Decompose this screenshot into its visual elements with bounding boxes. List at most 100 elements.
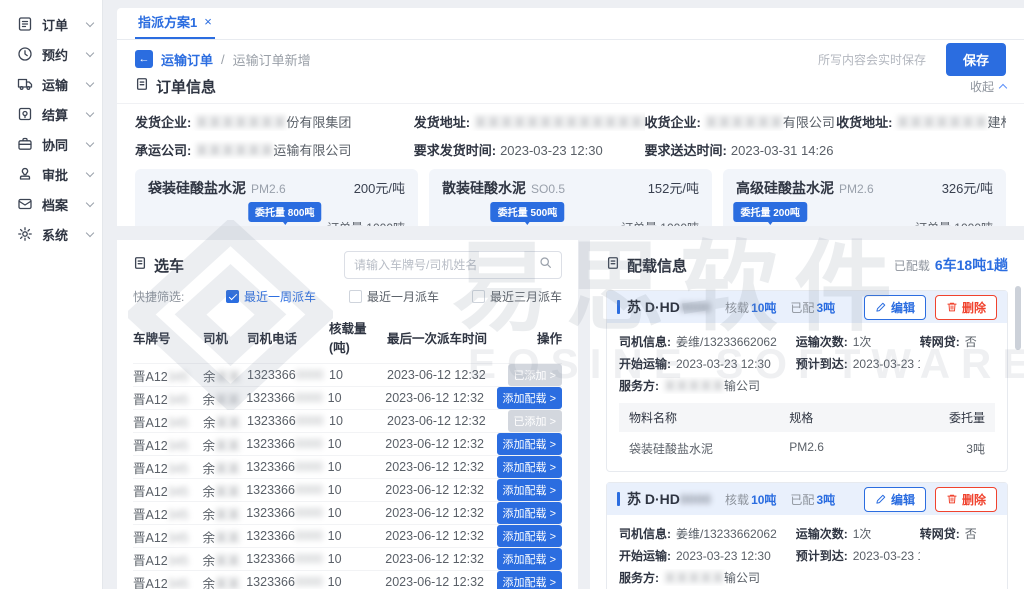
sidebar-item-settlement[interactable]: 结算 bbox=[0, 99, 102, 129]
plate-cell: 晋A12345 bbox=[133, 504, 203, 523]
delete-button[interactable]: 删除 bbox=[935, 487, 997, 512]
truck-icon bbox=[17, 76, 33, 92]
scrollbar[interactable] bbox=[1015, 286, 1021, 350]
add-load-button[interactable]: 添加配载 > bbox=[497, 571, 562, 589]
collapse-toggle[interactable]: 收起 bbox=[970, 78, 1006, 95]
order-card: 指派方案1 × ← 运输订单 / 运输订单新增 所写内容会实时保存 保存 订单信… bbox=[117, 8, 1024, 226]
add-load-button[interactable]: 添加配载 > bbox=[497, 387, 562, 409]
filter-checkbox-item[interactable]: 最近一月派车 bbox=[349, 288, 439, 305]
product-cards: 袋装硅酸盐水泥 PM2.6 200元/吨 委托量 800吨 订单量 1000吨 … bbox=[117, 168, 1024, 226]
tab-label: 指派方案1 bbox=[138, 12, 197, 31]
masked-text: 0000 bbox=[295, 506, 323, 520]
phone-cell: 13233660000 bbox=[246, 552, 327, 566]
phone-cell: 13233660000 bbox=[246, 529, 327, 543]
add-load-button[interactable]: 已添加 > bbox=[508, 364, 562, 386]
truck-table: 车牌号 司机 司机电话 核载量(吨) 最后一次派车时间 操作 晋A12345 余… bbox=[133, 313, 562, 589]
driver-cell: 余某某 bbox=[203, 435, 247, 454]
progress-fill bbox=[148, 226, 285, 227]
masked-text: 某某 bbox=[215, 577, 240, 589]
product-name: 高级硅酸盐水泥 bbox=[736, 178, 834, 198]
masked-text: 某某某某某某 bbox=[195, 143, 273, 158]
dispatch-time-cell: 2023-06-12 12:32 bbox=[387, 368, 499, 382]
filter-checkbox-item[interactable]: 最近一周派车 bbox=[226, 288, 316, 305]
sidebar-item-system[interactable]: 系统 bbox=[0, 219, 102, 249]
sidebar-item-approval[interactable]: 审批 bbox=[0, 159, 102, 189]
phone-cell: 13233660000 bbox=[246, 483, 327, 497]
sidebar-item-orders[interactable]: 订单 bbox=[0, 9, 102, 39]
order-quantity: 订单量 1000吨 bbox=[327, 219, 405, 226]
trash-icon bbox=[946, 493, 958, 505]
phone-cell: 13233660000 bbox=[246, 575, 327, 589]
search-input[interactable] bbox=[354, 258, 533, 272]
add-load-button[interactable]: 添加配载 > bbox=[497, 479, 562, 501]
order-info-title: 订单信息 bbox=[156, 76, 216, 97]
delete-button[interactable]: 删除 bbox=[935, 295, 997, 320]
archive-icon bbox=[17, 196, 33, 212]
gear-icon bbox=[17, 226, 33, 242]
masked-text: 某某某某某 bbox=[664, 571, 724, 585]
save-button[interactable]: 保存 bbox=[946, 43, 1006, 76]
truck-table-body: 晋A12345 余某某 13233660000 10 2023-06-12 12… bbox=[133, 363, 562, 589]
load-cell: 10 bbox=[328, 437, 386, 451]
masked-text: 0000 bbox=[295, 460, 323, 474]
chevron-down-icon bbox=[86, 138, 94, 146]
plate-cell: 晋A12345 bbox=[133, 573, 203, 589]
add-load-button[interactable]: 已添加 > bbox=[508, 410, 562, 432]
loan-flag: 否 bbox=[965, 333, 977, 350]
sidebar-item-archive[interactable]: 档案 bbox=[0, 189, 102, 219]
dispatch-time-cell: 2023-06-12 12:32 bbox=[385, 437, 496, 451]
breadcrumb-parent[interactable]: 运输订单 bbox=[161, 50, 213, 69]
load-card: 苏 D·HD0000 核载10吨 已配3吨 编辑 删除 司机信息: bbox=[606, 482, 1008, 589]
sidebar-item-collaboration[interactable]: 协同 bbox=[0, 129, 102, 159]
edit-button[interactable]: 编辑 bbox=[864, 487, 926, 512]
add-load-button[interactable]: 添加配载 > bbox=[497, 525, 562, 547]
search-icon[interactable] bbox=[539, 256, 552, 274]
back-button[interactable]: ← bbox=[135, 50, 153, 68]
filter-checkbox-item[interactable]: 最近三月派车 bbox=[472, 288, 562, 305]
briefcase-icon bbox=[17, 136, 33, 152]
progress-track: 委托量 800吨 bbox=[148, 226, 319, 227]
order-field: 要求发货时间: 2023-03-23 12:30 bbox=[414, 140, 645, 159]
load-cell: 10 bbox=[328, 552, 386, 566]
plate-cell: 晋A12345 bbox=[133, 389, 203, 408]
masked-text: 345 bbox=[168, 439, 189, 453]
material-table-row: 袋装硅酸盐水泥 PM2.6 3吨 bbox=[619, 432, 995, 461]
quick-filter-row: 快捷筛选: 最近一周派车 最近一月派车 bbox=[133, 288, 562, 305]
driver-cell: 余某某 bbox=[203, 504, 247, 523]
add-load-button[interactable]: 添加配载 > bbox=[497, 433, 562, 455]
load-card-body: 司机信息:姜维/13233662062 运输次数:1次 转网贷:否 开始运输:2… bbox=[607, 323, 1007, 471]
masked-text: 某某 bbox=[215, 508, 240, 522]
masked-text: 某某 bbox=[216, 370, 241, 384]
add-load-button[interactable]: 添加配载 > bbox=[497, 502, 562, 524]
add-load-button[interactable]: 添加配载 > bbox=[497, 548, 562, 570]
driver-info: 姜维/13233662062 bbox=[676, 333, 777, 350]
checkbox[interactable] bbox=[226, 290, 239, 303]
masked-text: 345 bbox=[168, 393, 189, 407]
chevron-down-icon bbox=[86, 108, 94, 116]
checkbox[interactable] bbox=[472, 290, 485, 303]
trash-icon bbox=[946, 301, 958, 313]
start-time: 2023-03-23 12:30 bbox=[676, 357, 771, 371]
tab-bar: 指派方案1 × bbox=[117, 8, 1024, 40]
chevron-up-icon bbox=[999, 84, 1007, 92]
sidebar-item-label: 订单 bbox=[42, 15, 78, 34]
checkbox[interactable] bbox=[349, 290, 362, 303]
loaded-summary: 已配载 6车18吨1趟 bbox=[894, 255, 1008, 275]
add-load-button[interactable]: 添加配载 > bbox=[497, 456, 562, 478]
edit-button[interactable]: 编辑 bbox=[864, 295, 926, 320]
order-fields: 发货企业: 某某某某某某某份有限集团 发货地址: 某某某某某某某某某某某某某某 … bbox=[117, 104, 1024, 159]
order-field: 要求送达时间: 2023-03-31 14:26 bbox=[645, 140, 837, 159]
table-row: 晋A12345 余某某 13233660000 10 2023-06-12 12… bbox=[133, 501, 562, 524]
sidebar-item-transport[interactable]: 运输 bbox=[0, 69, 102, 99]
truck-panel-title: 选车 bbox=[154, 255, 184, 276]
load-cell: 10 bbox=[329, 368, 387, 382]
product-spec: PM2.6 bbox=[251, 182, 286, 196]
sidebar-item-reservation[interactable]: 预约 bbox=[0, 39, 102, 69]
truck-search bbox=[344, 251, 562, 279]
tab-dispatch-plan[interactable]: 指派方案1 × bbox=[135, 8, 215, 39]
progress-track: 委托量 200吨 bbox=[736, 226, 907, 227]
masked-text: 345 bbox=[168, 577, 189, 589]
table-row: 晋A12345 余某某 13233660000 10 2023-06-12 12… bbox=[133, 386, 562, 409]
close-icon[interactable]: × bbox=[204, 14, 212, 29]
product-card: 袋装硅酸盐水泥 PM2.6 200元/吨 委托量 800吨 订单量 1000吨 … bbox=[135, 169, 418, 226]
